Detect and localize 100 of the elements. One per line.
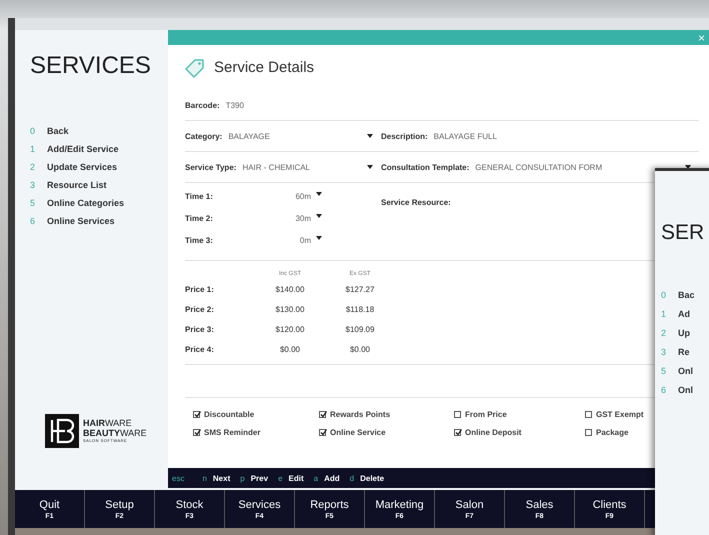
service-type-dropdown[interactable]: Service Type: HAIR - CHEMICAL: [185, 162, 381, 172]
checkbox[interactable]: [319, 429, 326, 436]
sidebar-item[interactable]: 5 Onl: [661, 366, 694, 376]
checkbox-label: Online Deposit: [465, 428, 522, 437]
shortcut-button[interactable]: a Add: [314, 474, 340, 482]
description-dropdown[interactable]: Description: BALAYAGE FULL: [381, 132, 699, 140]
sidebar-item[interactable]: 1 Add/Edit Service: [30, 144, 119, 154]
price-ex-gst: $127.27: [346, 284, 374, 294]
price-inc-gst: $130.00: [276, 304, 304, 314]
time-dropdown[interactable]: 60m: [242, 192, 322, 200]
shortcut-key: e: [278, 474, 283, 482]
template-dropdown[interactable]: Consultation Template: GENERAL CONSULTATION FORM: [381, 162, 699, 172]
checkbox[interactable]: [585, 429, 592, 436]
checkbox-option[interactable]: GST Exempt: [585, 410, 644, 419]
time-value: 60m: [295, 192, 311, 200]
checkbox-label: GST Exempt: [596, 410, 644, 419]
barcode-label: Barcode:: [185, 100, 220, 110]
shortcut-label: Prev: [250, 474, 268, 482]
time-dropdown[interactable]: 0m: [242, 236, 322, 244]
price-inc-gst: $120.00: [276, 324, 304, 334]
checkbox-option[interactable]: Package: [585, 428, 628, 437]
shortcut-key: 0: [661, 290, 666, 300]
item-label: Update Services: [47, 162, 118, 172]
time-dropdown[interactable]: 30m: [242, 214, 322, 222]
checkbox-option[interactable]: Online Deposit: [454, 428, 522, 437]
shortcut-key: 6: [30, 216, 36, 226]
checkbox-option[interactable]: Rewards Points: [319, 410, 390, 419]
shortcut-key: n: [202, 474, 207, 482]
category-value: BALAYAGE: [228, 132, 270, 140]
shortcut-button[interactable]: d Delete: [350, 474, 384, 482]
shortcut-key: 3: [30, 180, 36, 190]
sidebar-item[interactable]: 2 Up: [661, 328, 690, 338]
checkbox-label: Discountable: [204, 410, 254, 419]
checkbox-option[interactable]: From Price: [454, 410, 507, 419]
shortcut-key: 5: [661, 366, 666, 376]
time-value: 0m: [300, 236, 311, 244]
sidebar-item[interactable]: 2 Update Services: [30, 162, 118, 172]
sidebar-item[interactable]: 3 Resource List: [30, 180, 107, 190]
dialog-title: Service Details: [214, 59, 314, 76]
shortcut-key: 2: [30, 162, 36, 172]
item-label: Bac: [678, 290, 695, 300]
item-label: Up: [678, 328, 690, 338]
item-label: Onl: [678, 385, 694, 395]
caret-icon: [316, 192, 322, 196]
item-label: Online Services: [47, 216, 115, 226]
checkbox[interactable]: [585, 411, 592, 418]
shortcut-key: 0: [30, 126, 36, 136]
logo-text: HAIRWARE: [83, 418, 133, 428]
description-value: BALAYAGE FULL: [434, 132, 497, 140]
price-ex-gst: $0.00: [350, 344, 370, 354]
checkbox[interactable]: [454, 411, 461, 418]
item-label: Add/Edit Service: [47, 144, 119, 154]
template-value: GENERAL CONSULTATION FORM: [475, 162, 602, 172]
checkbox[interactable]: [193, 429, 200, 436]
barcode-value: T390: [226, 100, 244, 110]
sidebar-item[interactable]: 6 Onl: [661, 385, 694, 395]
item-label: Resource List: [47, 180, 107, 190]
shortcut-key: p: [240, 474, 245, 482]
shortcut-button[interactable]: n Next: [202, 474, 230, 482]
shortcut-key: 3: [661, 347, 666, 357]
checkbox-option[interactable]: Online Service: [319, 428, 386, 437]
category-dropdown[interactable]: Category: BALAYAGE: [185, 132, 381, 140]
category-label: Category:: [185, 132, 222, 140]
sidebar-item[interactable]: 1 Ad: [661, 309, 690, 319]
shortcut-label: Next: [212, 474, 230, 482]
sidebar-item[interactable]: 6 Online Services: [30, 216, 115, 226]
section-title: SERVICES: [30, 52, 151, 80]
sidebar-item[interactable]: 3 Re: [661, 347, 690, 357]
price-label: Price 4:: [185, 344, 215, 354]
checkbox-label: SMS Reminder: [204, 428, 260, 437]
price-ex-gst: $118.18: [346, 304, 374, 314]
logo-text: BEAUTYWARE: [83, 428, 147, 438]
item-label: Ad: [678, 309, 690, 319]
checkbox-label: From Price: [465, 410, 507, 419]
price-inc-gst: $0.00: [280, 344, 300, 354]
service-type-value: HAIR - CHEMICAL: [242, 162, 310, 172]
checkbox-option[interactable]: SMS Reminder: [193, 428, 260, 437]
item-label: Online Categories: [47, 198, 124, 208]
service-resource-label: Service Resource:: [381, 198, 451, 207]
shortcut-button[interactable]: p Prev: [240, 474, 268, 482]
price-label: Price 2:: [185, 304, 215, 314]
shortcut-label: Edit: [288, 474, 304, 482]
time-label: Time 3:: [185, 236, 213, 244]
checkbox-label: Rewards Points: [330, 410, 390, 419]
checkbox-option[interactable]: Discountable: [193, 410, 254, 419]
sidebar-item[interactable]: 0 Back: [30, 126, 69, 136]
shortcut-key: 2: [661, 328, 666, 338]
shortcut-key: 5: [30, 198, 36, 208]
time-label: Time 1:: [185, 192, 213, 200]
sidebar-item[interactable]: 0 Bac: [661, 290, 695, 300]
checkbox[interactable]: [319, 411, 326, 418]
item-label: Back: [47, 126, 69, 136]
item-label: Re: [678, 347, 690, 357]
checkbox[interactable]: [193, 411, 200, 418]
shortcut-button[interactable]: e Edit: [278, 474, 304, 482]
template-label: Consultation Template:: [381, 162, 470, 172]
price-label: Price 3:: [185, 324, 215, 334]
sidebar-item[interactable]: 5 Online Categories: [30, 198, 124, 208]
checkbox[interactable]: [454, 429, 461, 436]
shortcut-key[interactable]: esc: [172, 474, 184, 482]
